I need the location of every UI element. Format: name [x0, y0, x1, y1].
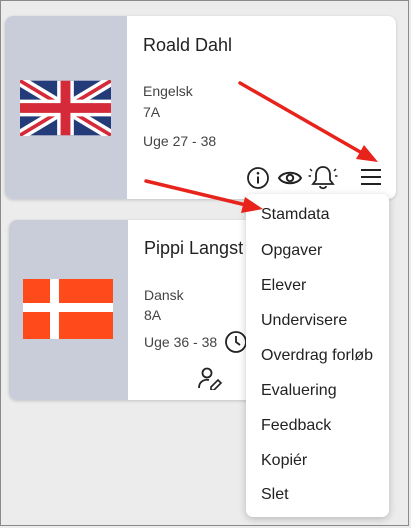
eye-icon[interactable]: [277, 166, 303, 190]
menu-item-kopier[interactable]: Kopiér: [261, 452, 307, 470]
course-card-pippi[interactable]: Pippi Langst Dansk 8A Uge 36 - 38: [9, 220, 269, 400]
uk-flag: [20, 80, 111, 136]
course-title: Roald Dahl: [143, 35, 233, 55]
menu-item-feedback[interactable]: Feedback: [261, 417, 331, 435]
user-edit-icon[interactable]: [197, 366, 223, 390]
hamburger-menu-icon[interactable]: [360, 167, 382, 187]
course-class: 7A: [143, 104, 161, 120]
danish-flag: [23, 279, 113, 339]
course-subject: Engelsk: [143, 83, 193, 99]
clock-icon[interactable]: [224, 330, 248, 354]
course-card-roald-dahl[interactable]: Roald Dahl Engelsk 7A Uge 27 - 38: [5, 16, 396, 199]
course-weeks: Uge 27 - 38: [143, 133, 217, 149]
menu-item-stamdata[interactable]: Stamdata: [261, 206, 329, 224]
menu-item-undervisere[interactable]: Undervisere: [261, 312, 347, 330]
course-options-menu: Stamdata Opgaver Elever Undervisere Over…: [246, 194, 389, 517]
menu-item-opgaver[interactable]: Opgaver: [261, 242, 322, 260]
course-title: Pippi Langst: [144, 238, 244, 258]
menu-item-evaluering[interactable]: Evaluering: [261, 382, 337, 400]
course-class: 8A: [144, 307, 162, 323]
menu-item-overdrag-forlob[interactable]: Overdrag forløb: [261, 347, 373, 365]
menu-item-slet[interactable]: Slet: [261, 486, 289, 504]
bell-icon[interactable]: [308, 163, 338, 191]
menu-item-elever[interactable]: Elever: [261, 277, 306, 295]
info-icon[interactable]: [246, 166, 270, 190]
course-subject: Dansk: [144, 287, 184, 303]
course-weeks: Uge 36 - 38: [144, 334, 218, 350]
